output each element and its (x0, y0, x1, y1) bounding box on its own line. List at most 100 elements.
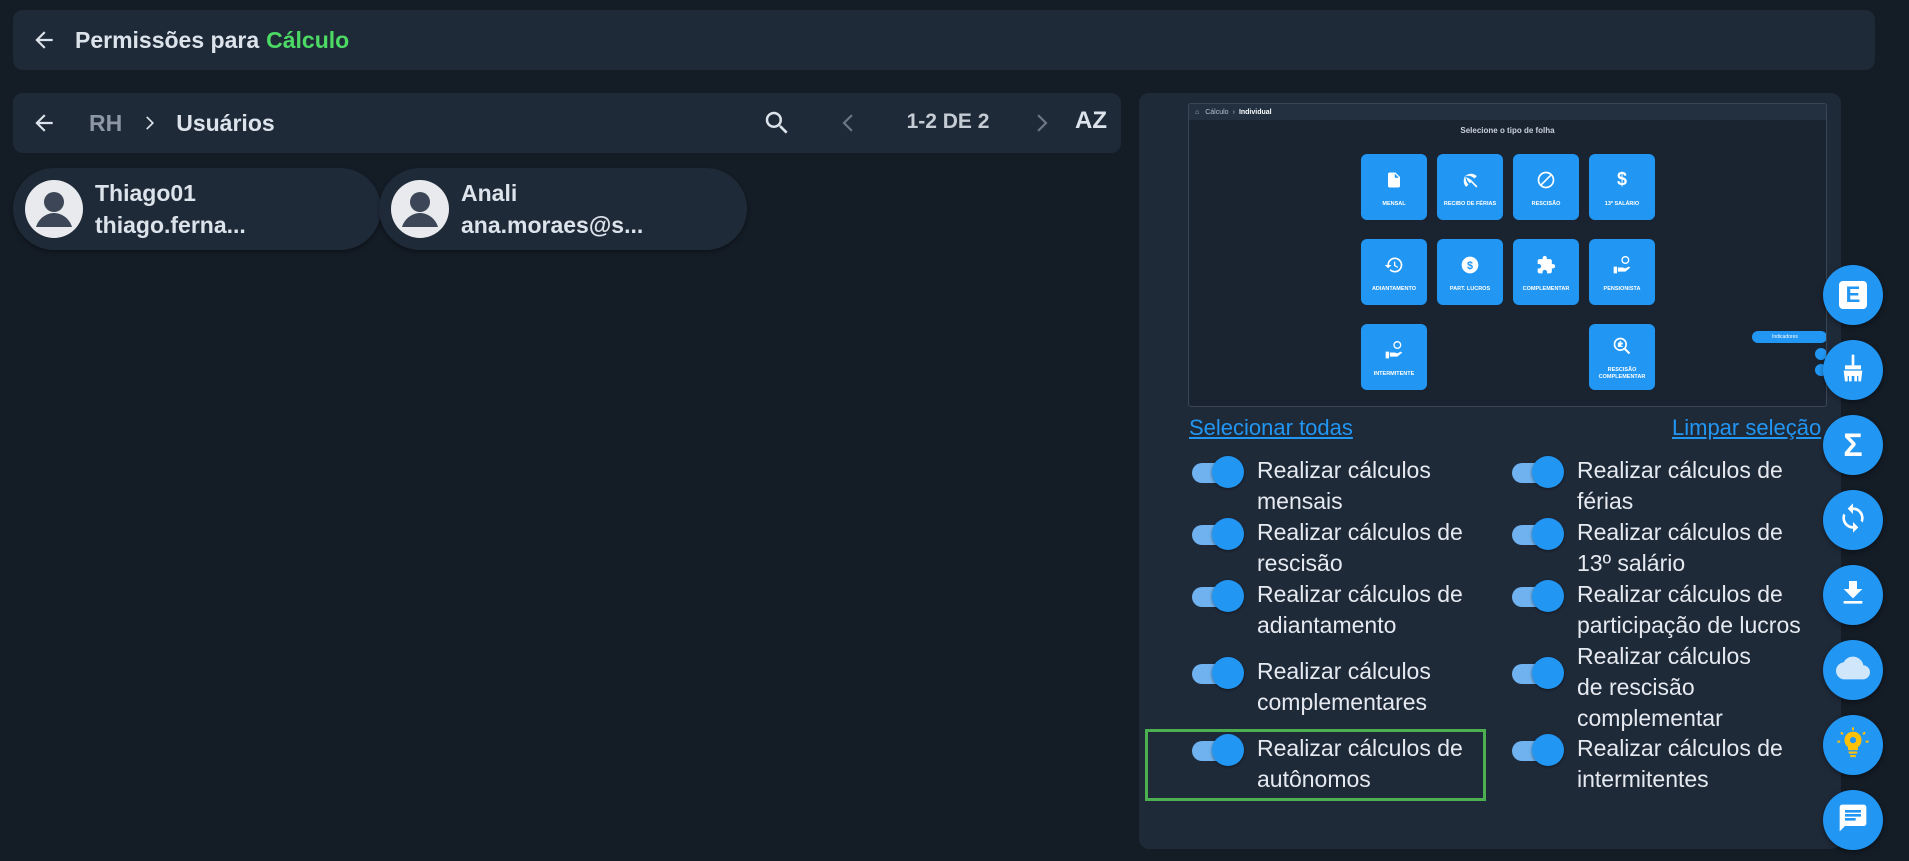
avatar (25, 180, 83, 238)
fab-download-button[interactable] (1823, 565, 1883, 625)
download-icon (1837, 577, 1869, 614)
e-letter-icon: E (1839, 281, 1867, 309)
tile-label: INTERMITENTE (1373, 370, 1415, 377)
permission-label: Realizar cálculos mensais (1257, 457, 1431, 514)
permission-label: Realizar cálculos de rescisão (1257, 519, 1463, 576)
permission-rescisao: Realizar cálculos de rescisão (1190, 517, 1482, 579)
toggle-switch[interactable] (1190, 733, 1244, 766)
fab-e-button[interactable]: E (1823, 265, 1883, 325)
permission-label: Realizar cálculos de adiantamento (1257, 581, 1463, 638)
select-all-link[interactable]: Selecionar todas (1189, 415, 1353, 441)
tile-label: PART. LUCROS (1449, 285, 1491, 292)
permission-complementares: Realizar cálculos complementares (1190, 656, 1482, 718)
page-title-accent: Cálculo (266, 26, 350, 53)
puzzle-icon (1536, 252, 1556, 278)
beach-umbrella-icon (1460, 167, 1480, 193)
sigma-icon: Σ (1843, 426, 1863, 463)
hand-coin-icon (1383, 337, 1405, 363)
permission-label: Realizar cálculos de 13º salário (1577, 519, 1783, 576)
toggle-switch[interactable] (1190, 656, 1244, 689)
breadcrumb-back-icon[interactable] (29, 108, 59, 138)
toggle-switch[interactable] (1510, 579, 1564, 612)
dollar-icon: $ (1616, 169, 1627, 189)
hand-coin-icon (1611, 252, 1633, 278)
permission-label: Realizar cálculos de rescisão complement… (1577, 643, 1751, 731)
clear-selection-link[interactable]: Limpar seleção (1672, 415, 1821, 441)
tile-complementar: COMPLEMENTAR (1513, 239, 1579, 305)
fab-sync-button[interactable] (1823, 490, 1883, 550)
preview-breadcrumb-current: Individual (1238, 108, 1272, 116)
permission-label: Realizar cálculos de intermitentes (1577, 735, 1783, 792)
tile-mensal: MENSAL (1361, 154, 1427, 220)
tile-label: RECIBO DE FÉRIAS (1443, 200, 1497, 207)
fab-idea-button[interactable] (1823, 715, 1883, 775)
tile-label: COMPLEMENTAR (1522, 285, 1570, 292)
permission-label: Realizar cálculos de autônomos (1257, 735, 1463, 792)
toggle-switch[interactable] (1510, 656, 1564, 689)
file-icon (1385, 167, 1403, 193)
preview-breadcrumb-parent: Cálculo (1205, 108, 1229, 116)
coin-icon: $ (1460, 252, 1480, 278)
permission-label: Realizar cálculos complementares (1257, 658, 1431, 715)
permission-ferias: Realizar cálculos de férias (1510, 455, 1802, 517)
toggle-switch[interactable] (1510, 733, 1564, 766)
chevron-right-pager-icon[interactable] (1028, 110, 1054, 136)
toggle-switch[interactable] (1190, 455, 1244, 488)
page-title: Permissões para Cálculo (75, 27, 349, 54)
tile-label: PENSIONISTA (1603, 285, 1641, 292)
tile-intermitente: INTERMITENTE (1361, 324, 1427, 390)
user-card-anali[interactable]: Anali ana.moraes@s... (379, 168, 747, 250)
preview-title: Selecione o tipo de folha (1460, 126, 1555, 135)
fab-chat-button[interactable] (1823, 790, 1883, 850)
chevron-right-icon (138, 112, 160, 134)
permission-label: Realizar cálculos de férias (1577, 457, 1783, 514)
block-icon (1536, 167, 1556, 193)
tile-adiantamento: ADIANTAMENTO (1361, 239, 1427, 305)
svg-text:$: $ (1467, 259, 1473, 271)
breadcrumb-parent[interactable]: RH (89, 110, 122, 137)
breadcrumb-bar: RH Usuários 1-2 DE 2 AZ (13, 93, 1121, 153)
tile-label: 13º SALÁRIO (1604, 200, 1640, 207)
user-email: thiago.ferna... (95, 212, 246, 238)
toggle-switch[interactable] (1190, 579, 1244, 612)
chevron-left-icon[interactable] (836, 110, 862, 136)
screen-preview: ⌂ Cálculo › Individual Selecione o tipo … (1188, 103, 1827, 407)
history-icon (1384, 252, 1404, 278)
fab-sigma-button[interactable]: Σ (1823, 415, 1883, 475)
tile-pensionista: PENSIONISTA (1589, 239, 1655, 305)
avatar (391, 180, 449, 238)
sort-az-button[interactable]: AZ (1075, 107, 1107, 135)
toggle-switch[interactable] (1190, 517, 1244, 550)
tile-13-salario: $ 13º SALÁRIO (1589, 154, 1655, 220)
tile-label: ADIANTAMENTO (1371, 285, 1417, 292)
back-arrow-icon[interactable] (29, 25, 59, 55)
broom-icon (1837, 352, 1869, 389)
tile-rescisao: RESCISÃO (1513, 154, 1579, 220)
tile-label: MENSAL (1382, 200, 1406, 207)
permission-13-salario: Realizar cálculos de 13º salário (1510, 517, 1802, 579)
permission-label: Realizar cálculos de participação de luc… (1577, 581, 1801, 638)
fab-clean-button[interactable] (1823, 340, 1883, 400)
permissions-panel: ⌂ Cálculo › Individual Selecione o tipo … (1139, 93, 1841, 849)
tile-ferias: RECIBO DE FÉRIAS (1437, 154, 1503, 220)
toggle-switch[interactable] (1510, 455, 1564, 488)
sync-icon (1837, 502, 1869, 539)
tile-rescisao-complementar: RESCISÃO COMPLEMENTAR (1589, 324, 1655, 390)
cloud-icon (1836, 651, 1870, 690)
chat-icon (1837, 802, 1869, 839)
preview-indicators-pill: Indicadores (1752, 331, 1826, 343)
toggle-switch[interactable] (1510, 517, 1564, 550)
user-email: ana.moraes@s... (461, 212, 644, 238)
top-header: Permissões para Cálculo (13, 10, 1875, 70)
search-puzzle-icon (1612, 333, 1632, 359)
fab-e-label: E (1845, 282, 1861, 307)
sort-az-label: AZ (1075, 107, 1107, 134)
search-icon[interactable] (762, 108, 792, 138)
permission-adiantamento: Realizar cálculos de adiantamento (1190, 579, 1482, 641)
tile-part-lucros: $ PART. LUCROS (1437, 239, 1503, 305)
user-card-thiago[interactable]: Thiago01 thiago.ferna... (13, 168, 381, 250)
fab-cloud-button[interactable] (1823, 640, 1883, 700)
breadcrumb-current: Usuários (176, 109, 275, 136)
pagination-label: 1-2 DE 2 (906, 110, 990, 133)
tile-label: RESCISÃO COMPLEMENTAR (1598, 367, 1646, 380)
